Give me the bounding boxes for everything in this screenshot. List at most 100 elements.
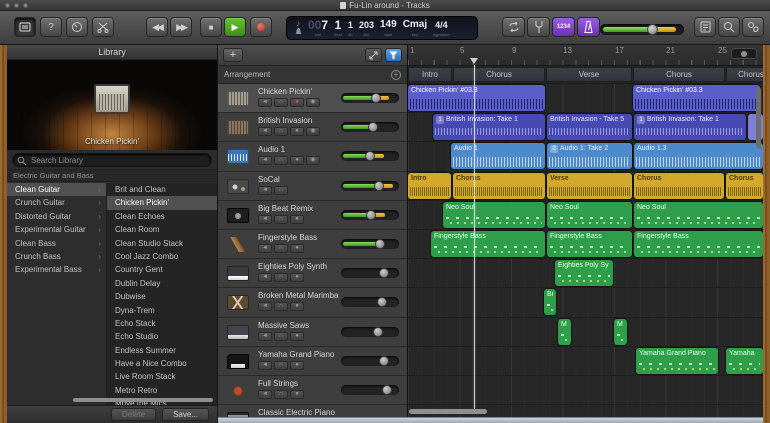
arrangement-track-header[interactable]: Arrangement + [218,66,407,84]
mute-track-button[interactable]: ◄ [258,127,272,136]
lcd-signature-field[interactable]: 4/4 signature [433,19,449,37]
mute-track-button[interactable]: ◄ [258,244,272,253]
region-british-invasion-take-1[interactable]: 1British Invasion: Take 1 [433,114,545,140]
patch-item-cool-jazz-combo[interactable]: Cool Jazz Combo [107,250,217,263]
patch-item-brit-and-clean[interactable]: Brit and Clean [107,183,217,196]
save-button[interactable]: Save... [162,408,209,421]
lcd-tempo-field[interactable]: 149 bpm [380,19,397,37]
slider-knob[interactable] [371,93,381,103]
track-header-british-invasion[interactable]: British Invasion◄∩●◉ [218,113,407,142]
solo-track-button[interactable]: ∩ [274,156,288,165]
group-item-crunch-bass[interactable]: Crunch Bass› [7,250,106,263]
track-header-massive-saws[interactable]: Massive Saws◄∩● [218,318,407,347]
slider-knob[interactable] [366,210,376,220]
search-input[interactable] [31,154,201,166]
region-chicken-pickin-03-3[interactable]: Chicken Pickin' #03.3 [408,85,545,111]
patch-item-clean-studio-stack[interactable]: Clean Studio Stack [107,237,217,250]
region-verse[interactable]: Verse [547,173,632,199]
slider-knob[interactable] [377,297,387,307]
region-chorus[interactable]: Chorus [453,173,545,199]
lcd-display[interactable]: ♪ 007 bar 1 beat 1 div 203 tick 149 bpm [286,16,478,40]
filter-button[interactable] [385,48,402,62]
add-arrangement-marker-icon[interactable]: + [391,70,401,80]
timeline-ruler[interactable]: 15913172125 [408,45,763,66]
mute-track-button[interactable]: ◄ [258,361,272,370]
track-header-broken-metal-marimba[interactable]: Broken Metal Marimba◄∩● [218,288,407,317]
region-british-invasion-take-5[interactable]: British Invasion - Take 5 [547,114,632,140]
track-header-eighties-poly-synth[interactable]: Eighties Poly Synth◄∩● [218,259,407,288]
patch-item-echo-studio[interactable]: Echo Studio [107,330,217,343]
slider-knob[interactable] [365,151,375,161]
patch-item-dyna-trem[interactable]: Dyna-Trem [107,304,217,317]
region-m[interactable]: M [558,319,571,345]
region-audio-1-take-2[interactable]: 2Audio 1: Take 2 [547,143,632,169]
region-chorus[interactable]: Chorus [634,173,724,199]
solo-track-button[interactable]: ∩ [274,390,288,399]
patch-item-endless-summer[interactable]: Endless Summer [107,344,217,357]
region-fingerstyle-bass[interactable]: Fingerstyle Bass [431,231,545,257]
playhead-handle[interactable] [470,58,478,64]
record-track-button[interactable]: ● [290,244,304,253]
record-track-button[interactable]: ● [290,273,304,282]
delete-button[interactable]: Delete [111,408,156,421]
editors-button[interactable] [92,17,114,37]
solo-track-button[interactable]: ∩ [274,361,288,370]
solo-track-button[interactable]: ∩ [274,244,288,253]
arrangement-marker-verse[interactable]: Verse [546,67,632,82]
track-volume-slider[interactable] [341,181,399,191]
patch-item-live-room-stack[interactable]: Live Room Stack [107,370,217,383]
arrangement-marker-intro[interactable]: Intro [408,67,452,82]
smart-controls-button[interactable] [66,17,88,37]
input-track-button[interactable]: ◉ [306,98,320,107]
rewind-button[interactable]: ◀◀ [146,17,168,37]
group-item-crunch-guitar[interactable]: Crunch Guitar› [7,196,106,209]
mute-track-button[interactable]: ◄ [258,215,272,224]
media-browser-button[interactable] [742,17,764,37]
region-eighties-poly-sy[interactable]: Eighties Poly Sy [555,260,613,286]
track-volume-slider[interactable] [341,297,399,307]
mute-track-button[interactable]: ◄ [258,332,272,341]
track-header-big-beat-remix[interactable]: Big Beat Remix◄∩● [218,201,407,230]
region-audio-1-3[interactable]: Audio 1.3 [634,143,763,169]
region-fingerstyle-bass[interactable]: Fingerstyle Bass [634,231,763,257]
library-horizontal-scrollbar[interactable] [73,398,213,402]
arrangement-marker-chorus[interactable]: Chorus [726,67,763,82]
record-track-button[interactable]: ● [290,98,304,107]
patch-item-country-gent[interactable]: Country Gent [107,263,217,276]
tuner-button[interactable] [527,17,550,37]
stop-button[interactable]: ■ [200,17,222,37]
zoom-knob[interactable] [741,51,747,57]
volume-knob[interactable] [647,24,658,35]
region-m[interactable]: M [614,319,627,345]
forward-button[interactable]: ▶▶ [170,17,192,37]
solo-track-button[interactable]: ∩ [274,332,288,341]
region-intro[interactable]: Intro [408,173,451,199]
region-british-invasion-take-1[interactable]: 1British Invasion: Take 1 [634,114,746,140]
mute-track-button[interactable]: ◄ [258,273,272,282]
mute-track-button[interactable]: ◄ [258,302,272,311]
region-neo-soul[interactable]: Neo Soul [634,202,763,228]
mute-track-button[interactable]: ◄ [258,390,272,399]
record-button[interactable] [250,17,272,37]
patch-item-chicken-pickin[interactable]: Chicken Pickin' [107,196,217,209]
slider-knob[interactable] [373,327,383,337]
play-button[interactable]: ▶ [224,17,246,37]
patch-item-dublin-delay[interactable]: Dublin Delay [107,277,217,290]
track-volume-slider[interactable] [341,268,399,278]
track-volume-slider[interactable] [341,151,399,161]
track-volume-slider[interactable] [341,356,399,366]
quick-help-button[interactable]: ? [40,17,62,37]
record-track-button[interactable]: ● [290,215,304,224]
slider-knob[interactable] [379,356,389,366]
track-header-chicken-pickin[interactable]: Chicken Pickin'◄∩●◉ [218,84,407,113]
track-volume-slider[interactable] [341,122,399,132]
record-track-button[interactable]: ● [290,332,304,341]
track-volume-slider[interactable] [341,93,399,103]
track-header-yamaha-grand-piano[interactable]: Yamaha Grand Piano◄∩● [218,347,407,376]
patch-item-clean-echoes[interactable]: Clean Echoes [107,210,217,223]
add-track-button[interactable]: + [223,48,243,62]
arrangement-marker-chorus[interactable]: Chorus [633,67,725,82]
solo-track-button[interactable]: ∩ [274,98,288,107]
group-item-experimental-bass[interactable]: Experimental Bass› [7,263,106,276]
track-header-socal[interactable]: SoCal◄∩ [218,172,407,201]
